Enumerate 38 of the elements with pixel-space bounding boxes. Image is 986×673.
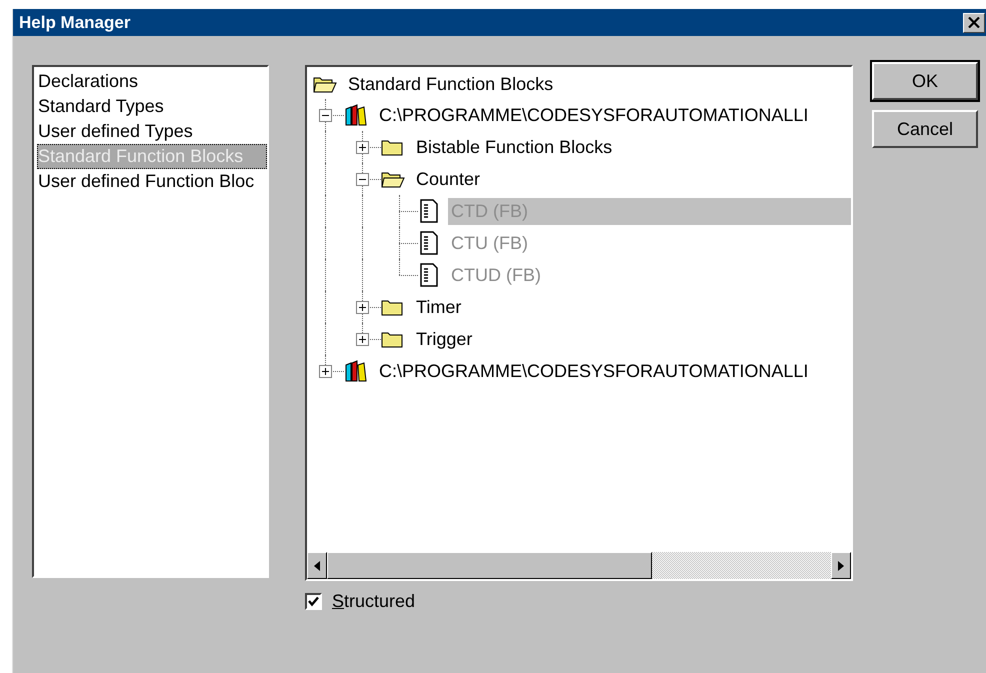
scroll-thumb[interactable] (327, 552, 652, 579)
category-item[interactable]: Standard Types (37, 94, 267, 119)
expander-toggle[interactable] (356, 301, 369, 314)
scroll-right-button[interactable] (831, 552, 851, 579)
document-icon (418, 263, 440, 287)
window-title: Help Manager (19, 12, 130, 32)
expander-toggle[interactable] (319, 365, 332, 378)
tree-item[interactable]: Counter (413, 166, 484, 192)
plus-icon (321, 367, 330, 376)
category-item[interactable]: User defined Function Bloc (37, 169, 267, 194)
plus-icon (358, 303, 367, 312)
dialog-button[interactable]: Cancel (872, 110, 978, 148)
expander-toggle[interactable] (356, 173, 369, 186)
close-button[interactable] (963, 12, 985, 32)
category-item[interactable]: Declarations (37, 69, 267, 94)
document-icon (418, 199, 440, 223)
plus-icon (358, 335, 367, 344)
expander-toggle[interactable] (356, 141, 369, 154)
right-arrow-icon (838, 560, 844, 570)
scroll-left-button[interactable] (307, 552, 327, 579)
plus-icon (358, 143, 367, 152)
left-arrow-icon (314, 560, 320, 570)
tree-root-label[interactable]: Standard Function Blocks (345, 70, 556, 98)
books-icon (344, 103, 368, 127)
structured-checkbox[interactable] (305, 593, 322, 610)
tree-item[interactable]: Timer (413, 294, 464, 320)
close-icon (968, 17, 980, 28)
dialog-button[interactable]: OK (872, 62, 978, 100)
tree-item[interactable]: C:\PROGRAMME\CODESYSFORAUTOMATIONALLI (376, 102, 812, 128)
tree-item[interactable]: Bistable Function Blocks (413, 134, 616, 160)
books-icon (344, 359, 368, 383)
document-icon (418, 231, 440, 255)
tree-item[interactable]: C:\PROGRAMME\CODESYSFORAUTOMATIONALLI (376, 358, 812, 384)
structured-label[interactable]: Structured (332, 591, 416, 612)
expander-toggle[interactable] (356, 333, 369, 346)
expander-toggle[interactable] (319, 109, 332, 122)
category-item[interactable]: User defined Types (37, 119, 267, 144)
tree-item[interactable]: Trigger (413, 326, 476, 352)
